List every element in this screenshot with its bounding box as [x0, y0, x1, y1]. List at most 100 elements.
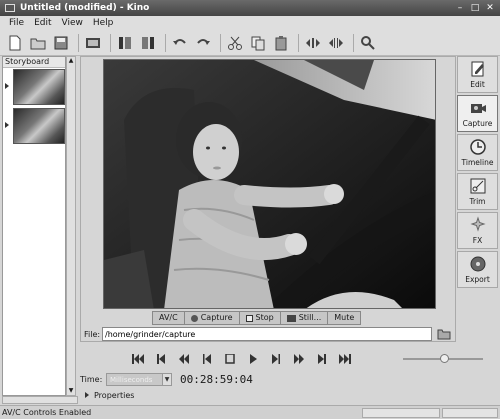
export-film-icon[interactable]	[83, 33, 103, 53]
status-bar: AV/C Controls Enabled	[0, 405, 500, 419]
export-mode-button[interactable]: Export	[457, 251, 498, 288]
prev-scene-icon	[157, 354, 165, 364]
edit-label: Edit	[470, 80, 485, 89]
record-icon	[190, 314, 198, 322]
storyboard-panel: Storyboard	[2, 56, 66, 396]
time-format-value: Milliseconds	[110, 375, 153, 384]
back-frame-button[interactable]	[197, 352, 217, 366]
cut-icon[interactable]	[225, 33, 245, 53]
capture-mode-button[interactable]: Capture	[457, 95, 498, 132]
shuttle-slider[interactable]	[403, 354, 483, 364]
still-label: Still...	[298, 313, 322, 322]
next-scene-button[interactable]	[312, 352, 332, 366]
toolbar-separator	[353, 33, 354, 52]
stop-button[interactable]: Stop	[238, 311, 281, 325]
back-frame-icon	[203, 354, 211, 364]
time-row: Time: Milliseconds ▼ 00:28:59:04	[80, 372, 253, 387]
timeline-mode-button[interactable]: Timeline	[457, 134, 498, 171]
skip-end-icon	[339, 354, 351, 364]
new-file-icon[interactable]	[5, 33, 25, 53]
maximize-icon[interactable]: □	[469, 2, 481, 14]
avc-tab[interactable]: AV/C	[152, 311, 185, 325]
go-to-start-button[interactable]	[128, 352, 148, 366]
monitor-area	[80, 56, 456, 342]
file-path-input[interactable]	[102, 327, 432, 341]
mode-sidebar: Edit Capture Timeline Trim FX Export	[457, 56, 498, 296]
storyboard-horizontal-scrollbar[interactable]	[2, 396, 78, 404]
timecode-display: 00:28:59:04	[180, 373, 253, 386]
fx-mode-button[interactable]: FX	[457, 212, 498, 249]
skip-start-icon	[132, 354, 144, 364]
export-label: Export	[465, 275, 490, 284]
trim-icon	[470, 178, 485, 194]
open-file-icon[interactable]	[28, 33, 48, 53]
stop-icon	[225, 354, 235, 364]
video-monitor	[103, 59, 436, 309]
properties-label: Properties	[94, 390, 135, 400]
stop-playback-button[interactable]	[220, 352, 240, 366]
file-row: File:	[84, 326, 432, 342]
video-frame-image	[104, 60, 435, 308]
expand-arrow-icon[interactable]	[5, 122, 9, 128]
redo-icon[interactable]	[193, 33, 213, 53]
status-segment	[442, 408, 498, 418]
storyboard-item[interactable]	[3, 69, 65, 105]
capture-button[interactable]: Capture	[183, 311, 240, 325]
trim-clip-start-icon[interactable]	[115, 33, 135, 53]
paste-icon[interactable]	[271, 33, 291, 53]
toolbar-separator	[298, 33, 299, 52]
still-button[interactable]: Still...	[279, 311, 329, 325]
close-icon[interactable]: ✕	[484, 2, 496, 14]
folder-browse-icon[interactable]	[437, 327, 451, 340]
play-button[interactable]	[243, 352, 263, 366]
clip-thumbnail[interactable]	[13, 108, 65, 144]
transport-controls	[128, 352, 358, 366]
slider-knob[interactable]	[440, 354, 449, 363]
expand-arrow-icon[interactable]	[5, 83, 9, 89]
stop-square-icon	[245, 314, 253, 322]
zoom-find-icon[interactable]	[358, 33, 378, 53]
scroll-down-icon[interactable]: ▼	[68, 388, 74, 394]
menu-view[interactable]: View	[57, 18, 88, 28]
menu-edit[interactable]: Edit	[29, 18, 56, 28]
fast-forward-button[interactable]	[289, 352, 309, 366]
time-format-select[interactable]: Milliseconds ▼	[106, 373, 172, 386]
kino-app-icon	[5, 4, 15, 12]
trim-clip-end-icon[interactable]	[138, 33, 158, 53]
storyboard-title: Storyboard	[3, 57, 65, 68]
trim-label: Trim	[469, 197, 486, 206]
expand-arrow-icon[interactable]	[85, 392, 89, 398]
timeline-label: Timeline	[461, 158, 494, 167]
split-left-icon[interactable]	[303, 33, 323, 53]
trim-mode-button[interactable]: Trim	[457, 173, 498, 210]
previous-scene-button[interactable]	[151, 352, 171, 366]
rewind-button[interactable]	[174, 352, 194, 366]
storyboard-vertical-scrollbar[interactable]: ▲ ▼	[66, 56, 76, 396]
minimize-icon[interactable]: –	[454, 2, 466, 14]
menu-file[interactable]: File	[4, 18, 29, 28]
scroll-up-icon[interactable]: ▲	[68, 58, 74, 64]
mute-label: Mute	[334, 313, 355, 322]
save-file-icon[interactable]	[51, 33, 71, 53]
split-right-icon[interactable]	[326, 33, 346, 53]
toolbar-separator	[165, 33, 166, 52]
copy-icon[interactable]	[248, 33, 268, 53]
title-bar: Untitled (modified) - Kino – □ ✕	[0, 0, 500, 16]
toolbar	[0, 30, 500, 56]
forward-frame-button[interactable]	[266, 352, 286, 366]
clip-thumbnail[interactable]	[13, 69, 65, 105]
go-to-end-button[interactable]	[335, 352, 355, 366]
edit-icon	[471, 61, 484, 77]
undo-icon[interactable]	[170, 33, 190, 53]
fx-icon	[469, 216, 486, 232]
menu-help[interactable]: Help	[88, 18, 119, 28]
edit-mode-button[interactable]: Edit	[457, 56, 498, 93]
chevron-down-icon[interactable]: ▼	[162, 374, 171, 385]
capture-icon	[470, 104, 486, 113]
mute-button[interactable]: Mute	[327, 311, 362, 325]
time-label: Time:	[80, 375, 103, 384]
properties-expander[interactable]: Properties	[80, 389, 496, 401]
storyboard-item[interactable]	[3, 108, 65, 144]
timeline-icon	[469, 139, 486, 155]
forward-frame-icon	[272, 354, 280, 364]
